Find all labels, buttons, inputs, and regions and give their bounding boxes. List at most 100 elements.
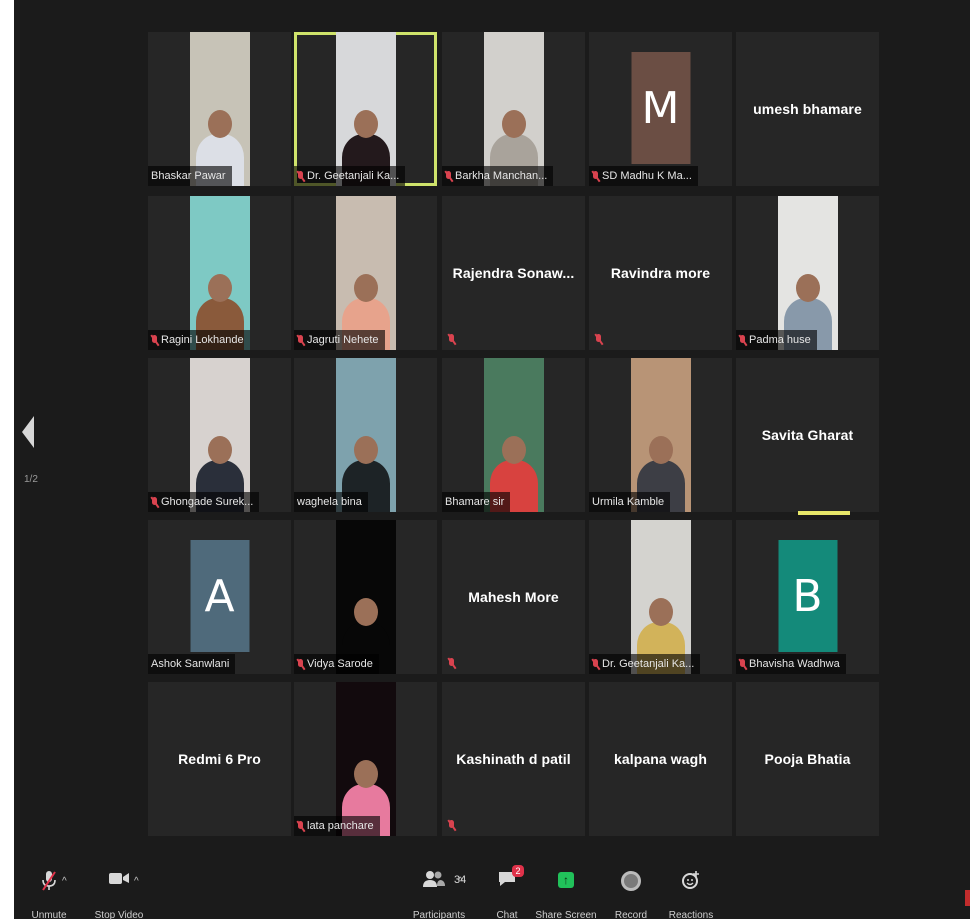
mic-muted-icon [739,658,746,670]
share-screen-button[interactable]: ↑ Share Screen [531,850,601,921]
participant-name: Redmi 6 Pro [178,751,261,767]
reactions-button[interactable]: Reactions [656,850,726,921]
record-icon [621,871,641,891]
participant-name-tag: Dr. Geetanjali Ka... [589,654,701,674]
participant-video [189,358,250,512]
participants-button[interactable]: 34 Participants [404,850,474,921]
participant-name-tag: Ragini Lokhande [148,330,250,350]
participant-tile[interactable]: Mahesh More [442,520,585,674]
mic-muted-icon [297,334,304,346]
participant-name-tag: Bhavisha Wadhwa [736,654,846,674]
mic-muted-icon [151,496,158,508]
participant-video [335,32,396,186]
participant-name: Bhavisha Wadhwa [749,658,840,670]
participant-video [630,358,691,512]
participant-tile[interactable]: Dr. Geetanjali Ka... [589,520,732,674]
participant-tile[interactable]: Rajendra Sonaw... [442,196,585,350]
active-speaker-indicator [798,511,850,515]
participants-options-caret-icon[interactable]: ^ [458,876,463,887]
participant-tile[interactable]: B Bhavisha Wadhwa [736,520,879,674]
participant-tile[interactable]: waghela bina [294,358,437,512]
participant-name: Ashok Sanwlani [151,658,230,670]
participant-name: Kashinath d patil [456,751,571,767]
participant-name: Pooja Bhatia [764,751,851,767]
chat-unread-badge: 2 [512,865,524,877]
participant-name-tag: Ghongade Surek... [148,492,260,512]
participant-avatar: M [631,52,690,164]
participant-video [483,358,544,512]
participant-name: Vidya Sarode [307,658,373,670]
participant-tile[interactable]: kalpana wagh [589,682,732,836]
meeting-toolbar: Unmute ^ Stop Video ^ 34 Participants ^ … [14,850,970,921]
audio-options-caret-icon[interactable]: ^ [62,876,67,887]
previous-page-arrow-icon[interactable] [22,416,34,448]
unmute-button[interactable]: Unmute [14,850,84,921]
participant-tile[interactable]: Bhaskar Pawar [148,32,291,186]
participant-tile[interactable]: M SD Madhu K Ma... [589,32,732,186]
participant-tile[interactable]: Vidya Sarode [294,520,437,674]
video-options-caret-icon[interactable]: ^ [134,876,139,887]
microphone-muted-icon [40,870,58,896]
mic-muted-icon [448,334,455,345]
participant-tile[interactable]: Barkha Manchan... [442,32,585,186]
stop-video-button[interactable]: Stop Video [84,850,154,921]
participant-tile[interactable]: Jagruti Nehete [294,196,437,350]
mic-muted-icon [739,334,746,346]
participant-tile[interactable]: Savita Gharat [736,358,879,512]
participant-tile[interactable]: Ghongade Surek... [148,358,291,512]
participant-name: lata panchare [307,820,374,832]
share-screen-arrow-icon: ↑ [558,872,574,888]
participant-tile[interactable]: Bhamare sir [442,358,585,512]
meeting-window: Bhaskar Pawar Dr. Geetanjali Ka... Barkha … [14,0,970,921]
participant-name: Dr. Geetanjali Ka... [602,658,695,670]
participant-avatar: A [190,540,249,652]
participant-video [189,32,250,186]
participant-tile[interactable]: Padma huse [736,196,879,350]
participant-video [335,682,396,836]
participant-tile[interactable]: Urmila Kamble [589,358,732,512]
mic-muted-icon [297,820,304,832]
participant-tile[interactable]: Redmi 6 Pro [148,682,291,836]
participant-avatar: B [778,540,837,652]
participant-name: Padma huse [749,334,811,346]
participant-name: Bhaskar Pawar [151,170,226,182]
participant-name-tag: Dr. Geetanjali Ka... [294,166,406,186]
mic-muted-icon [445,170,452,182]
mic-muted-icon [448,658,455,669]
participant-name-tag: SD Madhu K Ma... [589,166,698,186]
stop-video-label: Stop Video [94,910,144,921]
participant-name-tag: waghela bina [294,492,368,512]
participant-tile[interactable]: umesh bhamare [736,32,879,186]
participant-name: Mahesh More [468,589,559,605]
participant-name-tag: Barkha Manchan... [442,166,554,186]
mic-muted-icon [592,170,599,182]
participant-name-tag: Urmila Kamble [589,492,671,512]
mic-muted-icon [297,170,304,182]
participant-video [777,196,838,350]
participant-tile[interactable]: Ragini Lokhande [148,196,291,350]
participant-name: umesh bhamare [753,101,862,117]
participant-name: Jagruti Nehete [307,334,379,346]
participant-tile[interactable]: Ravindra more [589,196,732,350]
participant-name-tag: Bhamare sir [442,492,511,512]
window-edge-marker [965,890,970,906]
participant-tile[interactable]: A Ashok Sanwlani [148,520,291,674]
participants-icon [423,870,445,892]
participant-name-tag: Bhaskar Pawar [148,166,232,186]
mic-muted-icon [448,820,455,831]
participant-tile[interactable]: lata panchare [294,682,437,836]
participant-name: Ravindra more [610,265,711,281]
participant-video [483,32,544,186]
participant-video [335,358,396,512]
participant-name: Savita Gharat [761,427,854,443]
participant-name: SD Madhu K Ma... [602,170,692,182]
participant-tile[interactable]: Kashinath d patil [442,682,585,836]
participant-tile[interactable]: Dr. Geetanjali Ka... [294,32,437,186]
participant-name: Barkha Manchan... [455,170,548,182]
participant-name: Dr. Geetanjali Ka... [307,170,400,182]
participant-video [189,196,250,350]
mic-muted-icon [297,658,304,670]
participant-tile[interactable]: Pooja Bhatia [736,682,879,836]
page-indicator: 1/2 [24,474,38,485]
participant-name-tag: lata panchare [294,816,380,836]
